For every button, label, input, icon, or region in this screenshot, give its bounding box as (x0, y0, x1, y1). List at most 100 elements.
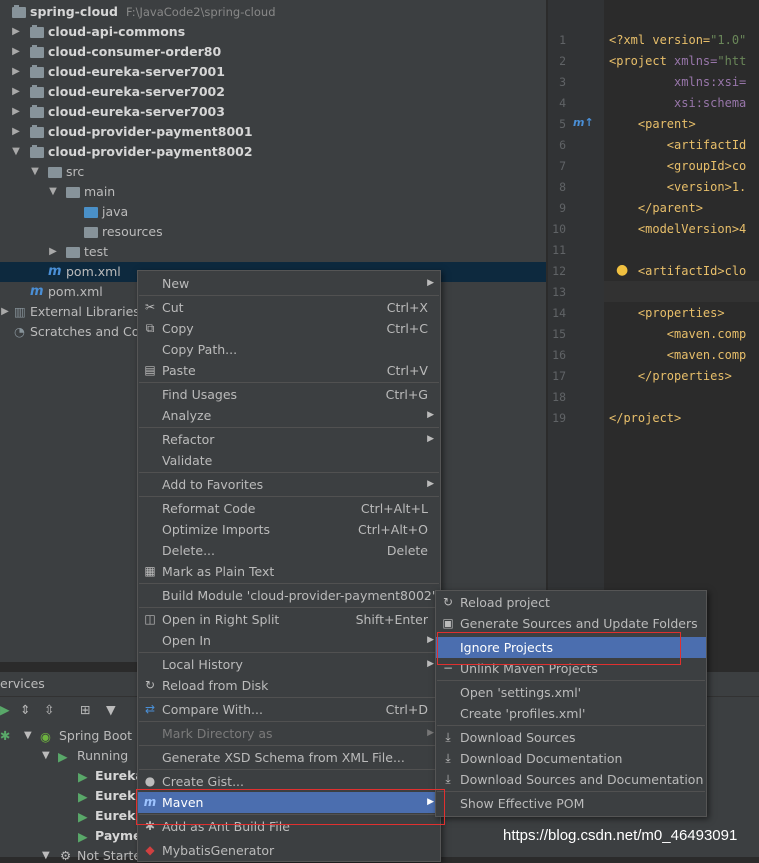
menu-item-show-effective-pom[interactable]: Show Effective POM (436, 793, 706, 814)
tree-module[interactable]: ▼ cloud-provider-payment8002 (0, 142, 546, 162)
menu-label: Optimize Imports (162, 522, 271, 537)
line-number: 5 (559, 117, 566, 131)
menu-item-mybatis[interactable]: ◆ MybatisGenerator (138, 840, 440, 861)
debug-icon[interactable]: ✱ (0, 728, 10, 743)
filter-icon[interactable]: ▼ (106, 702, 116, 717)
menu-label: Delete... (162, 543, 215, 558)
menu-item-generate-sources[interactable]: ▣ Generate Sources and Update Folders (436, 613, 706, 634)
tree-src[interactable]: ▼ src (0, 162, 546, 182)
module-name: cloud-provider-payment8002 (48, 144, 253, 159)
tree-module[interactable]: ▶ cloud-eureka-server7001 (0, 62, 546, 82)
menu-item-reformat[interactable]: Reformat Code Ctrl+Alt+L (138, 498, 440, 519)
menu-item-add-favorites[interactable]: Add to Favorites ▶ (138, 474, 440, 495)
spring-boot-label[interactable]: Spring Boot (59, 728, 132, 743)
services-title: ervices (0, 676, 45, 691)
chevron-right-icon[interactable]: ▶ (11, 82, 21, 102)
line-number: 9 (559, 201, 566, 215)
menu-item-analyze[interactable]: Analyze ▶ (138, 405, 440, 426)
module-name: cloud-eureka-server7002 (48, 84, 225, 99)
maven-icon: m (48, 264, 62, 279)
menu-label: Generate Sources and Update Folders (460, 616, 698, 631)
menu-separator (139, 295, 439, 296)
maven-parent-icon[interactable]: m↑ (573, 116, 594, 129)
menu-item-optimize-imports[interactable]: Optimize Imports Ctrl+Alt+O (138, 519, 440, 540)
group-icon[interactable]: ⊞ (80, 702, 90, 717)
chevron-down-icon[interactable]: ▼ (48, 182, 58, 202)
maven-submenu: ↻ Reload project ▣ Generate Sources and Up… (435, 590, 707, 817)
code-line: <version>1. (609, 180, 747, 194)
chevron-right-icon[interactable]: ▶ (11, 102, 21, 122)
line-number: 12 (552, 264, 566, 278)
not-started-label[interactable]: Not Starte (77, 848, 141, 863)
chevron-down-icon[interactable]: ▼ (11, 142, 21, 162)
menu-item-open-right-split[interactable]: ◫ Open in Right Split Shift+Enter (138, 609, 440, 630)
expand-all-icon[interactable]: ⇕ (20, 702, 30, 717)
menu-item-refactor[interactable]: Refactor ▶ (138, 429, 440, 450)
menu-item-delete[interactable]: Delete... Delete (138, 540, 440, 561)
line-number: 2 (559, 54, 566, 68)
menu-item-create-profiles[interactable]: Create 'profiles.xml' (436, 703, 706, 724)
tree-module[interactable]: ▶ cloud-eureka-server7002 (0, 82, 546, 102)
tree-test[interactable]: ▶ test (0, 242, 546, 262)
menu-item-build-module[interactable]: Build Module 'cloud-provider-payment8002… (138, 585, 440, 606)
menu-item-cut[interactable]: ✂ Cut Ctrl+X (138, 297, 440, 318)
folder-icon (48, 167, 62, 178)
folder-name: src (66, 164, 85, 179)
menu-item-copy[interactable]: ⧉ Copy Ctrl+C (138, 318, 440, 339)
run-icon[interactable]: ▶ (0, 702, 10, 717)
tree-module[interactable]: ▶ cloud-provider-payment8001 (0, 122, 546, 142)
module-folder-icon (30, 65, 44, 78)
folder-icon (66, 187, 80, 198)
chevron-down-icon[interactable]: ▼ (42, 850, 50, 861)
tree-module[interactable]: ▶ cloud-consumer-order80 (0, 42, 546, 62)
shortcut: Delete (386, 543, 428, 558)
menu-item-open-in[interactable]: Open In ▶ (138, 630, 440, 651)
chevron-down-icon[interactable]: ▼ (30, 162, 40, 182)
menu-item-download-docs[interactable]: ⤓ Download Documentation (436, 748, 706, 769)
menu-label: MybatisGenerator (162, 843, 275, 858)
service-app[interactable]: Payme (95, 828, 142, 843)
menu-item-generate-xsd[interactable]: Generate XSD Schema from XML File... (138, 747, 440, 768)
tree-module[interactable]: ▶ cloud-api-commons (0, 22, 546, 42)
menu-label: Mark as Plain Text (162, 564, 275, 579)
folder-icon (66, 247, 80, 258)
menu-label: Download Sources and Documentation (460, 772, 704, 787)
menu-item-download-both[interactable]: ⤓ Download Sources and Documentation (436, 769, 706, 790)
menu-item-mark-directory: Mark Directory as ▶ (138, 723, 440, 744)
lightbulb-icon[interactable]: ● (616, 262, 628, 278)
tree-root[interactable]: spring-cloud F:\JavaCode2\spring-cloud (0, 2, 546, 22)
chevron-right-icon[interactable]: ▶ (11, 22, 21, 42)
chevron-down-icon[interactable]: ▼ (24, 730, 32, 741)
running-label[interactable]: Running (77, 748, 128, 763)
code-line: </project> (609, 411, 682, 425)
menu-item-open-settings[interactable]: Open 'settings.xml' (436, 682, 706, 703)
module-folder-icon (30, 105, 44, 118)
module-name: cloud-api-commons (48, 24, 186, 39)
tree-resources[interactable]: resources (0, 222, 546, 242)
tree-module[interactable]: ▶ cloud-eureka-server7003 (0, 102, 546, 122)
tree-main[interactable]: ▼ main (0, 182, 546, 202)
menu-item-reload-project[interactable]: ↻ Reload project (436, 592, 706, 613)
menu-item-paste[interactable]: ▤ Paste Ctrl+V (138, 360, 440, 381)
tree-java[interactable]: java (0, 202, 546, 222)
menu-item-new[interactable]: New ▶ (138, 273, 440, 294)
menu-item-compare-with[interactable]: ⇄ Compare With... Ctrl+D (138, 699, 440, 720)
menu-item-local-history[interactable]: Local History ▶ (138, 654, 440, 675)
line-number: 1 (559, 33, 566, 47)
submenu-arrow-icon: ▶ (427, 278, 434, 288)
code-editor[interactable]: 1 2 3 4 5 6 7 8 9 10 11 12 13 14 15 16 17 18 19 <?xml vers… (548, 0, 759, 662)
chevron-right-icon[interactable]: ▶ (48, 242, 58, 262)
chevron-right-icon[interactable]: ▶ (11, 122, 21, 142)
collapse-all-icon[interactable]: ⇳ (44, 702, 54, 717)
menu-item-validate[interactable]: Validate (138, 450, 440, 471)
chevron-right-icon[interactable]: ▶ (11, 42, 21, 62)
module-folder-icon (30, 125, 44, 138)
menu-item-reload-disk[interactable]: ↻ Reload from Disk (138, 675, 440, 696)
menu-item-find-usages[interactable]: Find Usages Ctrl+G (138, 384, 440, 405)
chevron-right-icon[interactable]: ▶ (0, 302, 10, 322)
chevron-right-icon[interactable]: ▶ (11, 62, 21, 82)
chevron-down-icon[interactable]: ▼ (42, 750, 50, 761)
menu-item-download-sources[interactable]: ⤓ Download Sources (436, 727, 706, 748)
menu-item-copy-path[interactable]: Copy Path... (138, 339, 440, 360)
menu-item-mark-plain-text[interactable]: ▦ Mark as Plain Text (138, 561, 440, 582)
